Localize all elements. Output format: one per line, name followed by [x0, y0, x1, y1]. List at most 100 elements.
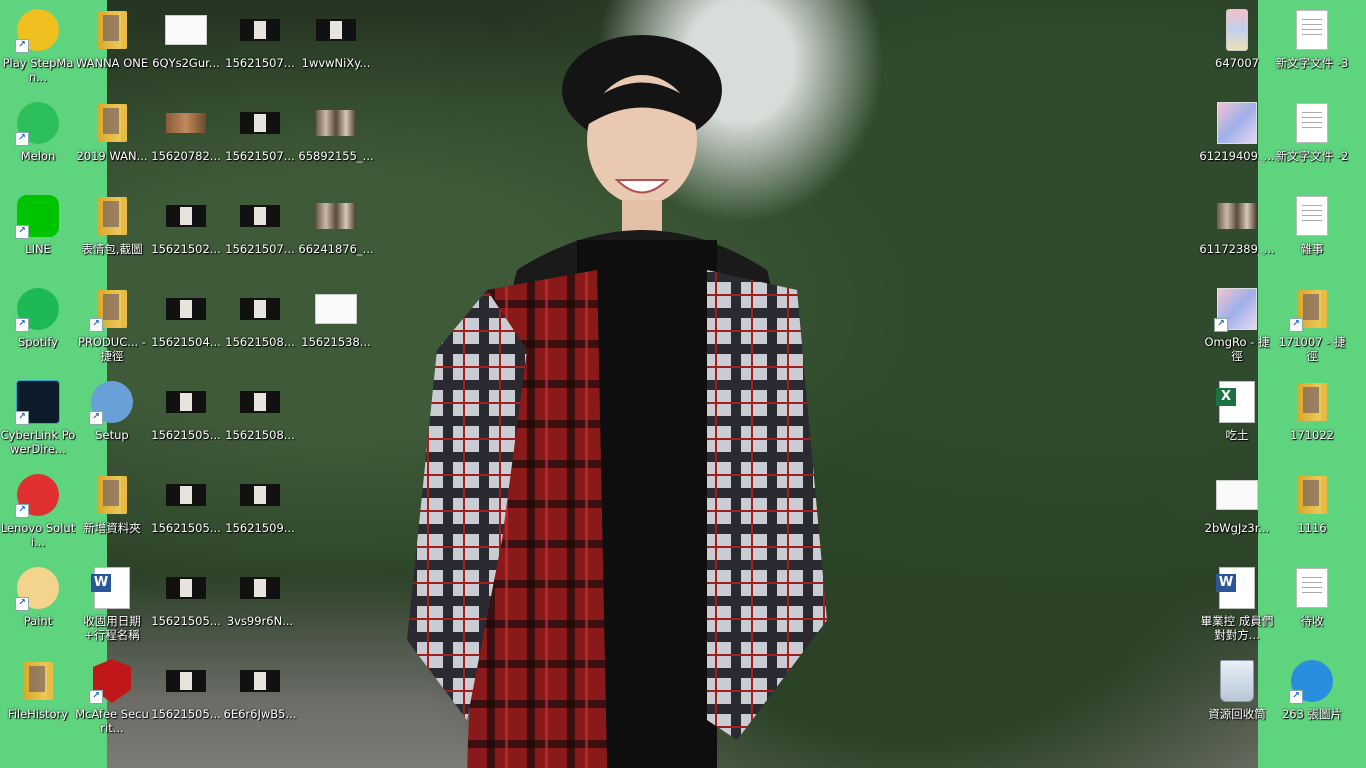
desktop-icon-label: 畢業控 成員們對對方... — [1200, 614, 1274, 642]
desktop-icon-label: 新文字文件 -2 — [1275, 149, 1349, 163]
desktop-icon[interactable]: 1wvwNiXy... — [298, 3, 374, 93]
desktop-icon[interactable]: ↗ 171007 - 捷徑 — [1274, 282, 1350, 372]
desktop-icon[interactable]: 15621505... — [148, 468, 224, 558]
desktop-icon[interactable]: ↗ Lenovo Soluti... — [0, 468, 76, 558]
desktop-icon[interactable]: 1116 — [1274, 468, 1350, 558]
desktop-icon[interactable]: 15621504... — [148, 282, 224, 372]
desktop-icon[interactable]: ↗ Spotify — [0, 282, 76, 372]
desktop-icon[interactable]: 2019 WAN... — [74, 96, 150, 186]
desktop-icon-label: 61219409_... — [1199, 149, 1275, 163]
desktop-icon-label: 2bWgJz3r... — [1204, 521, 1270, 535]
recycle-bin-icon — [1214, 658, 1260, 704]
text-doc-icon — [1289, 7, 1335, 53]
desktop-icon[interactable]: 3vs99r6N... — [222, 561, 298, 651]
desktop-icon[interactable]: 66241876_... — [298, 189, 374, 279]
desktop-icon[interactable]: 65892155_... — [298, 96, 374, 186]
word-doc-icon — [1214, 565, 1260, 611]
shortcut-arrow-icon: ↗ — [15, 504, 29, 518]
desktop-icon-label: 263 張圖片 — [1281, 707, 1343, 721]
desktop-icon[interactable]: 15621538... — [298, 282, 374, 372]
desktop-icon[interactable]: 15621508... — [222, 282, 298, 372]
desktop-icon[interactable]: 資源回收筒 — [1199, 654, 1275, 744]
desktop-icon-label: 15621538... — [301, 335, 371, 349]
desktop-icon[interactable]: ↗ CyberLink PowerDire... — [0, 375, 76, 465]
desktop-icon-label: Paint — [23, 614, 53, 628]
desktop-icon[interactable]: 15621507... — [222, 189, 298, 279]
desktop-icon-label: Setup — [95, 428, 129, 442]
desktop-icon[interactable]: 收固用日期+行程名稱 — [74, 561, 150, 651]
word-doc-icon — [89, 565, 135, 611]
desktop-icon[interactable]: ↗ Melon — [0, 96, 76, 186]
image-thumbnail-icon — [163, 7, 209, 53]
omgro-icon: ↗ — [1214, 286, 1260, 332]
shortcut-arrow-icon: ↗ — [1214, 318, 1228, 332]
desktop-icon-label: 1wvwNiXy... — [301, 56, 371, 70]
image-thumbnail-icon — [1214, 472, 1260, 518]
image-thumbnail-icon — [163, 379, 209, 425]
desktop-icon-label: 收固用日期+行程名稱 — [83, 614, 141, 642]
desktop-icon[interactable]: 15621508... — [222, 375, 298, 465]
desktop-icon[interactable]: 61219409_... — [1199, 96, 1275, 186]
desktop-icon-label: 吃土 — [1225, 428, 1249, 442]
desktop-icon-label: 61172389_... — [1199, 242, 1275, 256]
desktop-icon[interactable]: 2bWgJz3r... — [1199, 468, 1275, 558]
shortcut-arrow-icon: ↗ — [15, 318, 29, 332]
mcafee-icon: ↗ — [89, 658, 135, 704]
desktop-icon[interactable]: 6QYs2Gur... — [148, 3, 224, 93]
desktop-icon[interactable]: ↗ PRODUC... - 捷徑 — [74, 282, 150, 372]
desktop-icon-label: 2019 WAN... — [76, 149, 148, 163]
desktop-icon-label: 15621505... — [151, 614, 221, 628]
desktop-icon[interactable]: FileHistory — [0, 654, 76, 744]
desktop-icon[interactable]: 15621505... — [148, 375, 224, 465]
desktop-icon-label: 新文字文件 -3 — [1275, 56, 1349, 70]
desktop-icon-label: 雜事 — [1300, 242, 1324, 256]
desktop-icon[interactable]: ↗ LINE — [0, 189, 76, 279]
desktop-icon[interactable]: 新文字文件 -2 — [1274, 96, 1350, 186]
desktop-icon[interactable]: 61172389_... — [1199, 189, 1275, 279]
desktop-icon[interactable]: 畢業控 成員們對對方... — [1199, 561, 1275, 651]
desktop-icon[interactable]: WANNA ONE — [74, 3, 150, 93]
desktop-icon[interactable]: 雜事 — [1274, 189, 1350, 279]
desktop-icon-label: 647007 — [1215, 56, 1259, 70]
image-thumbnail-icon — [237, 565, 283, 611]
globe-icon: ↗ — [1289, 658, 1335, 704]
desktop-icon[interactable]: ↗ 263 張圖片 — [1274, 654, 1350, 744]
desktop-icon[interactable]: 15621509... — [222, 468, 298, 558]
image-thumbnail-icon — [313, 7, 359, 53]
desktop-icon[interactable]: 15621505... — [148, 561, 224, 651]
desktop-icon[interactable]: 吃土 — [1199, 375, 1275, 465]
desktop-icon[interactable]: 15621507... — [222, 96, 298, 186]
desktop-icon[interactable]: 待收 — [1274, 561, 1350, 651]
line-icon: ↗ — [15, 193, 61, 239]
folder-icon — [89, 7, 135, 53]
desktop-icon-label: 1116 — [1297, 521, 1327, 535]
desktop-icon[interactable]: 6E6r6JwB5... — [222, 654, 298, 744]
folder-shortcut-icon: ↗ — [89, 286, 135, 332]
desktop-icon-label: 15621504... — [151, 335, 221, 349]
desktop-icon[interactable]: 新增資料夾 — [74, 468, 150, 558]
desktop-icon[interactable]: 新文字文件 -3 — [1274, 3, 1350, 93]
desktop-icon[interactable]: 15621505... — [148, 654, 224, 744]
desktop-icon[interactable]: 15620782... — [148, 96, 224, 186]
desktop-icon-grid: ↗ Play StepMan... ↗ Melon ↗ LINE ↗ Spotify ↗ Cybe… — [0, 0, 1366, 768]
shortcut-arrow-icon: ↗ — [1289, 318, 1303, 332]
desktop-icon[interactable]: 表情包,截圖 — [74, 189, 150, 279]
desktop-icon[interactable]: 15621502... — [148, 189, 224, 279]
desktop-icon-label: 171022 — [1290, 428, 1334, 442]
desktop-icon-label: 15621505... — [151, 521, 221, 535]
image-thumbnail-icon — [1214, 7, 1260, 53]
image-thumbnail-icon — [163, 658, 209, 704]
desktop-icon[interactable]: 15621507... — [222, 3, 298, 93]
lenovo-solution-icon: ↗ — [15, 472, 61, 518]
desktop-icon[interactable]: ↗ Paint — [0, 561, 76, 651]
image-thumbnail-icon — [237, 286, 283, 332]
desktop-icon[interactable]: ↗ OmgRo - 捷徑 — [1199, 282, 1275, 372]
folder-icon — [1289, 472, 1335, 518]
desktop-icon[interactable]: ↗ Setup — [74, 375, 150, 465]
desktop-icon-label: FileHistory — [7, 707, 69, 721]
shortcut-arrow-icon: ↗ — [1289, 690, 1303, 704]
desktop-icon[interactable]: 171022 — [1274, 375, 1350, 465]
desktop-icon[interactable]: ↗ McAfee Securit... — [74, 654, 150, 744]
desktop-icon[interactable]: ↗ Play StepMan... — [0, 3, 76, 93]
desktop-icon[interactable]: 647007 — [1199, 3, 1275, 93]
